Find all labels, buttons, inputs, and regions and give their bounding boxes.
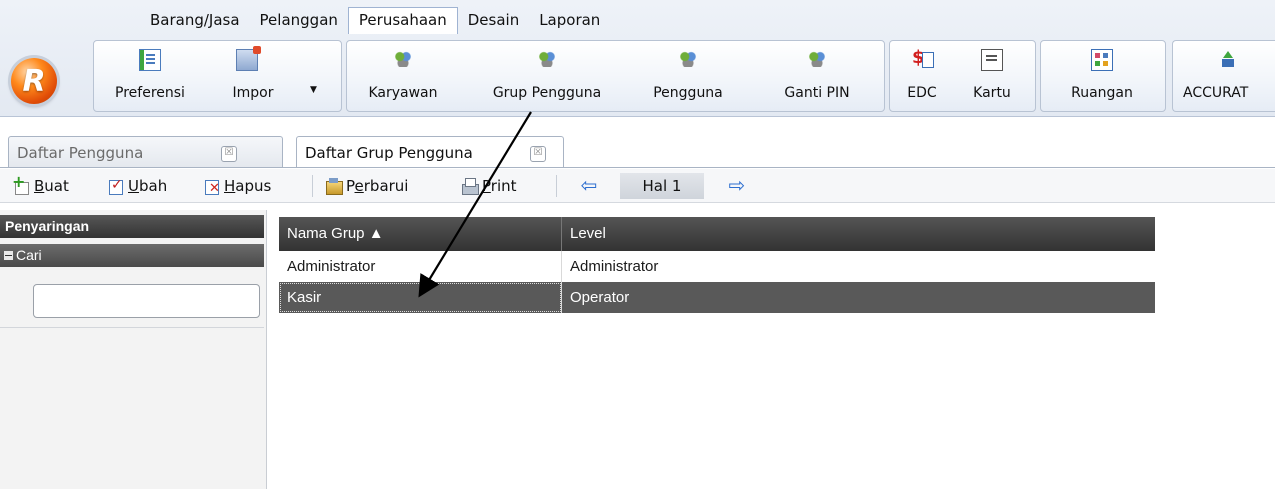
ribbon-group-users: Karyawan Grup Pengguna Pengguna Ganti PI… [346, 40, 885, 112]
filter-panel: Penyaringan Cari [0, 210, 267, 489]
prev-page-icon[interactable]: ⇦ [578, 173, 600, 197]
table-row[interactable]: Administrator Administrator [279, 251, 1155, 282]
search-section-header[interactable]: Cari [0, 244, 264, 267]
search-input[interactable] [33, 284, 260, 318]
ganti-pin-button[interactable]: Ganti PIN [767, 41, 867, 111]
user-group-table: Nama Grup ▲ Level Administrator Administ… [279, 217, 1155, 313]
edit-icon [108, 175, 124, 195]
new-icon [12, 172, 30, 195]
ruangan-label: Ruangan [1071, 85, 1133, 101]
menu-tab-laporan[interactable]: Laporan [529, 8, 610, 32]
collapse-icon[interactable] [4, 251, 13, 260]
tab-daftar-pengguna-label: Daftar Pengguna [17, 144, 144, 162]
cell-level: Administrator [570, 258, 659, 275]
filter-panel-title: Penyaringan [0, 215, 264, 238]
room-icon [1091, 49, 1113, 71]
close-tab-icon[interactable]: ☒ [221, 146, 237, 162]
table-row-selected[interactable]: Kasir Operator [279, 282, 1155, 313]
accurate-button[interactable]: ACCURAT [1179, 41, 1275, 111]
toolbar: Buat Ubah Hapus Perbarui Print ⇦ Hal 1 ⇨ [0, 169, 1275, 203]
card-icon [981, 49, 1003, 71]
menu-tabs: Barang/Jasa Pelanggan Perusahaan Desain … [140, 7, 610, 34]
panel-divider [0, 327, 264, 328]
impor-button[interactable]: Impor ▼ [212, 41, 324, 111]
menu-tab-perusahaan[interactable]: Perusahaan [347, 7, 458, 34]
grup-pengguna-label: Grup Pengguna [492, 85, 602, 101]
print-label: rint [490, 177, 517, 195]
pengguna-button[interactable]: Pengguna [639, 41, 737, 111]
toolbar-separator [312, 175, 313, 197]
toolbar-separator [556, 175, 557, 197]
ribbon-group-settings: Preferensi Impor ▼ [93, 40, 342, 112]
ruangan-button[interactable]: Ruangan [1047, 41, 1157, 111]
tab-daftar-grup-pengguna[interactable]: Daftar Grup Pengguna ☒ [296, 136, 564, 168]
column-header-level[interactable]: Level [562, 217, 1155, 251]
perbarui-label: rbarui [363, 177, 409, 195]
menu-tab-desain[interactable]: Desain [458, 8, 529, 32]
menu-tab-barang-jasa[interactable]: Barang/Jasa [140, 8, 250, 32]
page-indicator: Hal 1 [620, 173, 704, 199]
refresh-icon [326, 178, 343, 195]
impor-label: Impor [232, 85, 274, 101]
buat-label: uat [44, 177, 69, 195]
buat-accesskey: B [34, 177, 45, 195]
ribbon-group-accurate: ACCURAT [1172, 40, 1275, 112]
users-icon [678, 49, 698, 69]
column-header-nama-grup[interactable]: Nama Grup ▲ [279, 217, 562, 251]
next-page-icon[interactable]: ⇨ [726, 173, 748, 197]
app-logo-letter: R [22, 63, 46, 99]
upload-icon [1218, 49, 1238, 69]
edc-icon [912, 47, 934, 69]
ubah-label: bah [138, 177, 168, 195]
karyawan-label: Karyawan [368, 85, 438, 101]
app-menu-button[interactable]: R [11, 58, 57, 104]
karyawan-button[interactable]: Karyawan [351, 41, 455, 111]
kartu-label: Kartu [973, 85, 1011, 101]
document-tabs: Daftar Pengguna ☒ Daftar Grup Pengguna ☒ [0, 136, 1275, 168]
delete-icon [204, 178, 220, 199]
print-button[interactable]: Print [462, 176, 517, 196]
ribbon-group-payment: EDC Kartu [889, 40, 1036, 112]
hapus-accesskey: H [224, 177, 236, 195]
grup-pengguna-button[interactable]: Grup Pengguna [473, 41, 621, 111]
hapus-label: apus [235, 177, 272, 195]
tab-daftar-pengguna[interactable]: Daftar Pengguna ☒ [8, 136, 283, 168]
import-icon [236, 46, 261, 71]
accurate-label: ACCURAT [1183, 85, 1249, 101]
menu-tab-pelanggan[interactable]: Pelanggan [250, 8, 348, 32]
perbarui-prefix: P [346, 177, 355, 195]
tab-underline [0, 167, 1275, 168]
table-header: Nama Grup ▲ Level [279, 217, 1155, 251]
print-accesskey: P [482, 177, 491, 195]
user-group-icon [537, 49, 557, 69]
edc-label: EDC [907, 85, 937, 101]
ribbon-group-room: Ruangan [1040, 40, 1166, 112]
chevron-down-icon[interactable]: ▼ [310, 85, 317, 95]
perbarui-button[interactable]: Perbarui [326, 176, 408, 196]
employees-icon [393, 49, 413, 69]
ubah-accesskey: U [128, 177, 139, 195]
perbarui-accesskey: e [354, 177, 364, 195]
buat-button[interactable]: Buat [12, 172, 69, 196]
preferensi-label: Preferensi [115, 85, 185, 101]
search-section-label: Cari [16, 247, 42, 263]
close-tab-icon[interactable]: ☒ [530, 146, 546, 162]
preferences-icon [139, 49, 161, 71]
ubah-button[interactable]: Ubah [108, 175, 168, 196]
print-icon [462, 178, 479, 195]
cell-nama-grup: Administrator [279, 251, 562, 282]
ganti-pin-label: Ganti PIN [784, 85, 850, 101]
tab-daftar-grup-pengguna-label: Daftar Grup Pengguna [305, 144, 473, 162]
ribbon: Barang/Jasa Pelanggan Perusahaan Desain … [0, 0, 1275, 117]
cell-nama-grup: Kasir [279, 282, 562, 313]
change-pin-icon [807, 49, 827, 69]
edc-button[interactable]: EDC [896, 41, 948, 111]
hapus-button[interactable]: Hapus [204, 176, 272, 199]
pengguna-label: Pengguna [653, 85, 723, 101]
preferensi-button[interactable]: Preferensi [100, 41, 200, 111]
cell-level: Operator [570, 289, 630, 306]
kartu-button[interactable]: Kartu [960, 41, 1024, 111]
